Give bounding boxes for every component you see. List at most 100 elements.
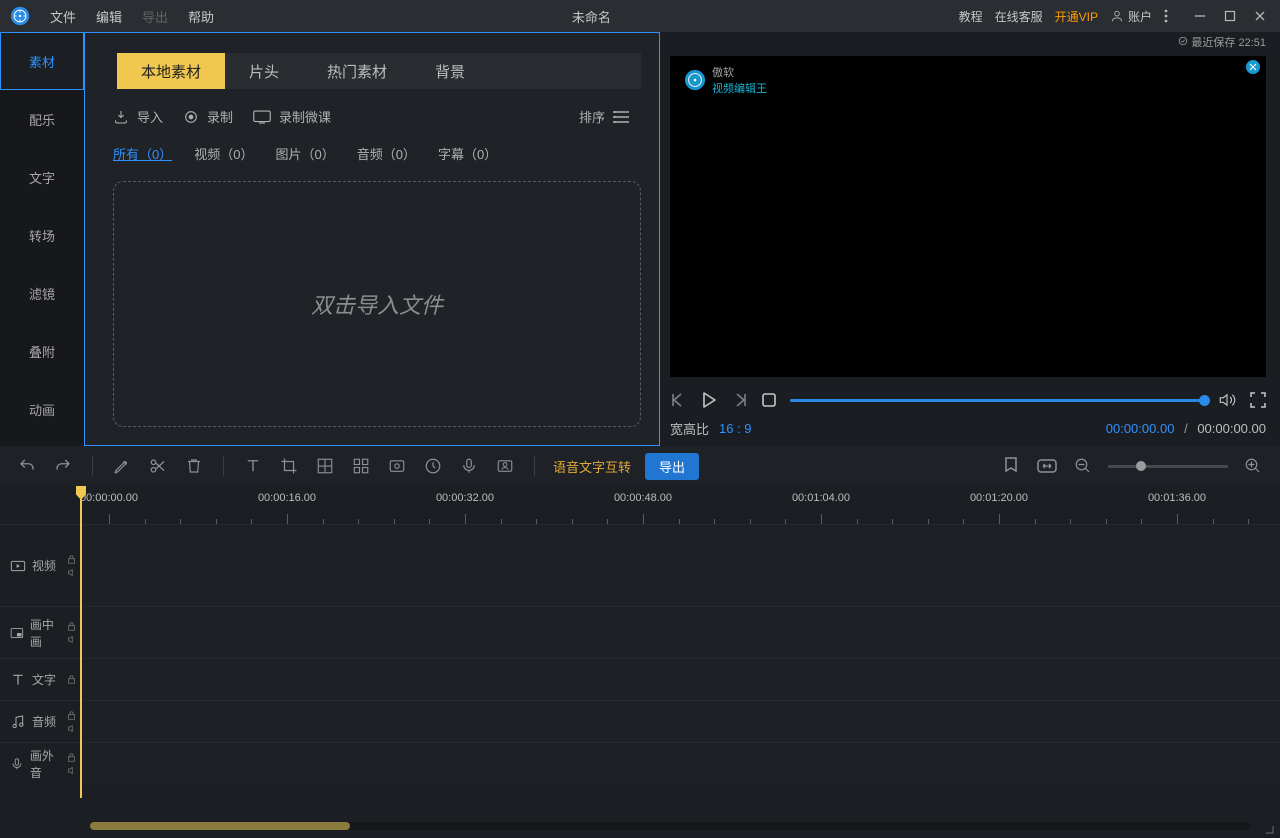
filter-audio[interactable]: 音频（0） (357, 144, 416, 163)
tab-intro[interactable]: 片头 (225, 53, 303, 89)
delete-button[interactable] (183, 455, 205, 477)
link-vip[interactable]: 开通VIP (1055, 8, 1098, 25)
sort-button[interactable]: 排序 (579, 107, 629, 126)
account-button[interactable]: 账户 (1110, 8, 1152, 25)
sidebar-music[interactable]: 配乐 (0, 90, 84, 148)
watermark-product: 视频编辑王 (712, 80, 767, 96)
preview-screen[interactable]: 傲软 视频编辑王 (670, 56, 1266, 377)
zoom-handle[interactable] (1136, 461, 1146, 471)
window-close[interactable] (1250, 6, 1270, 26)
watermark-brand: 傲软 (712, 64, 767, 80)
chroma-button[interactable] (494, 455, 516, 477)
audio-track-icon (10, 714, 26, 730)
record-course-label: 录制微课 (279, 107, 331, 126)
timeline-ruler[interactable]: 00:00:00.0000:00:16.0000:00:32.0000:00:4… (82, 486, 1280, 524)
lock-icon[interactable] (67, 675, 76, 684)
voice-button[interactable] (458, 455, 480, 477)
category-sidebar: 素材 配乐 文字 转场 滤镜 叠附 动画 (0, 32, 84, 446)
watermark-close[interactable] (1246, 60, 1260, 74)
mute-icon[interactable] (67, 568, 76, 577)
resize-corner-icon[interactable] (1262, 822, 1274, 834)
track-text[interactable]: 文字 (0, 658, 1280, 700)
fullscreen-button[interactable] (1250, 392, 1266, 408)
sidebar-filter[interactable]: 滤镜 (0, 264, 84, 322)
next-frame-button[interactable] (732, 392, 748, 408)
window-maximize[interactable] (1220, 6, 1240, 26)
voice-to-text-button[interactable]: 语音文字互转 (553, 457, 631, 476)
zoom-slider[interactable] (1108, 465, 1228, 468)
sidebar-text[interactable]: 文字 (0, 148, 84, 206)
record-course-button[interactable]: 录制微课 (253, 107, 331, 126)
track-audio[interactable]: 音频 (0, 700, 1280, 742)
sidebar-material[interactable]: 素材 (0, 32, 84, 90)
window-minimize[interactable] (1190, 6, 1210, 26)
timeline: 00:00:00.0000:00:16.0000:00:32.0000:00:4… (0, 486, 1280, 838)
export-button[interactable]: 导出 (645, 453, 699, 480)
filter-all[interactable]: 所有（0） (113, 144, 172, 163)
menu-export[interactable]: 导出 (132, 7, 178, 26)
redo-button[interactable] (52, 455, 74, 477)
playhead[interactable] (80, 486, 82, 798)
scrollbar-thumb[interactable] (90, 822, 350, 830)
fit-zoom-button[interactable] (1036, 455, 1058, 477)
lock-icon[interactable] (67, 711, 76, 720)
edit-button[interactable] (111, 455, 133, 477)
timeline-scrollbar[interactable] (90, 822, 1250, 830)
record-course-icon (253, 110, 271, 124)
marker-icon[interactable] (1000, 455, 1022, 477)
mosaic-button[interactable] (314, 455, 336, 477)
aspect-ratio-value[interactable]: 16 : 9 (719, 421, 752, 436)
tab-background[interactable]: 背景 (411, 53, 489, 89)
track-video[interactable]: 视频 (0, 524, 1280, 606)
lock-icon[interactable] (67, 622, 76, 631)
zoom-out-button[interactable] (1072, 455, 1094, 477)
ruler-time-label: 00:01:04.00 (792, 492, 850, 504)
user-icon (1110, 9, 1124, 23)
lock-icon[interactable] (67, 555, 76, 564)
menu-file[interactable]: 文件 (40, 7, 86, 26)
crop-button[interactable] (278, 455, 300, 477)
mute-icon[interactable] (67, 724, 76, 733)
stop-button[interactable] (762, 393, 776, 407)
kebab-icon[interactable] (1164, 9, 1168, 23)
mute-icon[interactable] (67, 766, 76, 775)
volume-button[interactable] (1218, 391, 1236, 409)
sort-icon (613, 111, 629, 123)
menu-edit[interactable]: 编辑 (86, 7, 132, 26)
zoom-in-button[interactable] (1242, 455, 1264, 477)
mute-icon[interactable] (67, 635, 76, 644)
sidebar-transition[interactable]: 转场 (0, 206, 84, 264)
time-separator: / (1184, 421, 1188, 436)
sidebar-overlay[interactable]: 叠附 (0, 322, 84, 380)
import-dropzone[interactable]: 双击导入文件 (113, 181, 641, 427)
track-pip[interactable]: 画中画 (0, 606, 1280, 658)
pip-track-icon (10, 625, 24, 641)
link-service[interactable]: 在线客服 (995, 8, 1043, 25)
filter-image[interactable]: 图片（0） (275, 144, 334, 163)
split-button[interactable] (147, 455, 169, 477)
menu-help[interactable]: 帮助 (178, 7, 224, 26)
sidebar-animation[interactable]: 动画 (0, 380, 84, 438)
tab-local[interactable]: 本地素材 (117, 53, 225, 89)
ruler-time-label: 00:00:16.00 (258, 492, 316, 504)
link-tutorial[interactable]: 教程 (959, 8, 983, 25)
import-button[interactable]: 导入 (113, 107, 163, 126)
track-voice[interactable]: 画外音 (0, 742, 1280, 784)
progress-handle[interactable] (1199, 395, 1210, 406)
preview-progress[interactable] (790, 399, 1204, 402)
undo-button[interactable] (16, 455, 38, 477)
record-button[interactable]: 录制 (183, 107, 233, 126)
filter-subtitle[interactable]: 字幕（0） (438, 144, 497, 163)
grid-button[interactable] (350, 455, 372, 477)
filter-video[interactable]: 视频（0） (194, 144, 253, 163)
freeze-frame-button[interactable] (386, 455, 408, 477)
track-pip-label: 画中画 (30, 616, 61, 650)
text-tool-button[interactable] (242, 455, 264, 477)
duration-button[interactable] (422, 455, 444, 477)
import-icon (113, 109, 129, 125)
text-track-icon (10, 672, 26, 688)
play-button[interactable] (700, 391, 718, 409)
tab-hot[interactable]: 热门素材 (303, 53, 411, 89)
prev-frame-button[interactable] (670, 392, 686, 408)
lock-icon[interactable] (67, 753, 76, 762)
